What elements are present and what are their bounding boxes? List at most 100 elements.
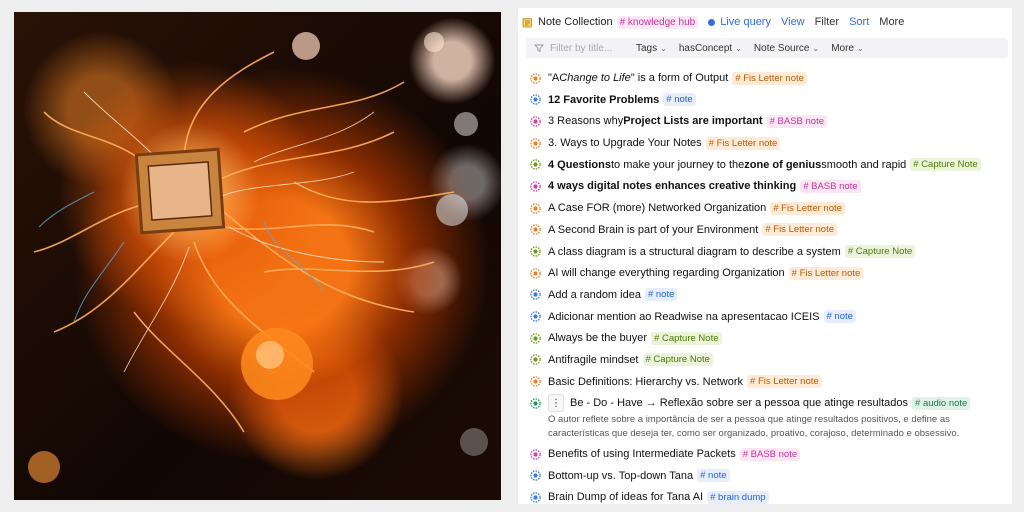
note-text: Be - Do - Have: [570, 397, 643, 410]
supertag-badge[interactable]: # Fis Letter note: [788, 266, 864, 280]
note-row[interactable]: A class diagram is a structural diagram …: [530, 242, 1010, 262]
note-text: to make your journey to the: [610, 158, 745, 171]
supertag-badge[interactable]: # Fis Letter note: [747, 375, 822, 389]
note-text: Adicionar mention ao Readwise na apresen…: [548, 310, 820, 323]
supertag-badge[interactable]: # Capture Note: [642, 353, 713, 367]
chevron-down-icon: ⌄: [812, 43, 820, 53]
note-text: A Second Brain is part of your Environme…: [548, 223, 759, 236]
filter-title-input[interactable]: Filter by title...: [550, 43, 636, 54]
node-bullet-icon[interactable]: [530, 492, 541, 503]
node-bullet-icon[interactable]: [530, 94, 541, 105]
note-row[interactable]: A Second Brain is part of your Environme…: [530, 220, 1010, 240]
node-bullet-icon[interactable]: [530, 376, 541, 387]
note-source-dropdown[interactable]: Note Source ⌄: [754, 43, 819, 54]
node-bullet-icon[interactable]: [530, 333, 541, 344]
note-text: Add a random idea: [548, 288, 641, 301]
live-query-button[interactable]: Live query: [720, 16, 771, 28]
node-bullet-icon[interactable]: [530, 72, 541, 84]
note-text: AI will change everything regarding Orga…: [548, 267, 785, 280]
note-row[interactable]: 4 ways digital notes enhances creative t…: [530, 176, 1010, 196]
supertag-badge[interactable]: # BASB note: [766, 114, 827, 128]
supertag-badge[interactable]: # note: [644, 288, 678, 302]
note-row[interactable]: Bottom-up vs. Top-down Tana # note: [530, 466, 1010, 486]
note-row[interactable]: Brain Dump of ideas for Tana AI # brain d…: [530, 487, 1010, 504]
chevron-down-icon: ⌄: [735, 43, 742, 53]
node-bullet-icon[interactable]: [530, 311, 541, 322]
note-text: "A: [548, 72, 560, 84]
note-text-bold: 4 Questions: [548, 158, 611, 171]
note-text: A class diagram is a structural diagram …: [548, 245, 841, 258]
note-text: A Case FOR (more) Networked Organization: [548, 202, 767, 215]
note-row[interactable]: AI will change everything regarding Orga…: [530, 263, 1010, 283]
supertag-badge[interactable]: # Fis Letter note: [705, 136, 781, 150]
node-bullet-icon[interactable]: [530, 398, 541, 409]
note-row[interactable]: Adicionar mention ao Readwise na apresen…: [530, 307, 1010, 327]
node-bullet-icon[interactable]: [530, 470, 541, 481]
note-text-bold: zone of genius: [744, 158, 822, 171]
view-button[interactable]: View: [781, 16, 805, 28]
supertag-badge[interactable]: # Fis Letter note: [732, 71, 807, 85]
node-bullet-icon[interactable]: [530, 181, 541, 192]
knowledge-hub-tag[interactable]: # knowledge hub: [616, 15, 699, 29]
note-row[interactable]: 3. Ways to Upgrade Your Notes # Fis Lette…: [530, 133, 1010, 153]
note-text: Antifragile mindset: [548, 353, 639, 366]
node-bullet-icon[interactable]: [530, 224, 541, 236]
filter-button[interactable]: Filter: [815, 16, 839, 28]
supertag-badge[interactable]: # Fis Letter note: [770, 201, 845, 215]
more-button[interactable]: More: [879, 16, 904, 28]
note-text-italic: Change to Life: [559, 72, 631, 84]
tana-note-collection-panel: Note Collection # knowledge hub Live que…: [518, 8, 1012, 504]
supertag-badge[interactable]: # brain dump: [707, 490, 769, 504]
node-bullet-icon[interactable]: [530, 267, 541, 279]
node-menu-icon[interactable]: ⋮: [548, 394, 564, 413]
filter-funnel-icon: [534, 43, 544, 53]
note-text-bold: 12 Favorite Problems: [548, 93, 660, 106]
arrow-right-icon: →: [645, 397, 657, 410]
note-row[interactable]: 3 Reasons why Project Lists are importan…: [530, 111, 1010, 131]
note-row[interactable]: Always be the buyer # Capture Note: [530, 328, 1010, 348]
note-row[interactable]: Antifragile mindset # Capture Note: [530, 350, 1010, 370]
sort-button[interactable]: Sort: [849, 16, 869, 28]
note-text: 3. Ways to Upgrade Your Notes: [548, 137, 702, 150]
cyber-brain-image: [14, 12, 501, 500]
supertag-badge[interactable]: # Fis Letter note: [762, 223, 837, 237]
supertag-badge[interactable]: # Capture Note: [651, 331, 722, 345]
toolbar-more-dropdown[interactable]: More ⌄: [831, 43, 864, 54]
tags-dropdown[interactable]: Tags ⌄: [636, 43, 667, 54]
supertag-badge[interactable]: # Capture Note: [910, 158, 981, 172]
note-row-audio[interactable]: ⋮ Be - Do - Have → Reflexão sobre ser a pes…: [530, 393, 1010, 413]
hasconcept-dropdown[interactable]: hasConcept ⌄: [679, 43, 742, 54]
live-query-dot-icon: [708, 18, 716, 26]
note-row[interactable]: 4 Questions to make your journey to the …: [530, 155, 1010, 175]
note-text-bold: Project Lists are important: [623, 115, 763, 128]
node-bullet-icon[interactable]: [530, 116, 541, 127]
node-bullet-icon[interactable]: [530, 137, 541, 149]
note-row[interactable]: Benefits of using Intermediate Packets # …: [530, 444, 1010, 464]
supertag-badge[interactable]: # BASB note: [739, 447, 801, 461]
supertag-badge[interactable]: # audio note: [912, 396, 971, 410]
note-text: Brain Dump of ideas for Tana AI: [548, 491, 704, 504]
header-bar: Note Collection # knowledge hub Live que…: [522, 14, 904, 30]
supertag-badge[interactable]: # BASB note: [800, 179, 861, 193]
node-bullet-icon[interactable]: [530, 448, 541, 460]
chevron-down-icon: ⌄: [857, 43, 864, 53]
note-text: Basic Definitions: Hierarchy vs. Network: [548, 375, 744, 388]
note-text: Reflexão sobre ser a pessoa que atinge r…: [659, 397, 909, 410]
note-row[interactable]: Basic Definitions: Hierarchy vs. Network…: [530, 372, 1010, 392]
supertag-badge[interactable]: # note: [663, 93, 696, 107]
supertag-badge[interactable]: # note: [823, 310, 856, 324]
note-row[interactable]: 12 Favorite Problems # note: [530, 90, 1010, 110]
note-row[interactable]: "A Change to Life " is a form of Output # …: [530, 68, 1010, 88]
node-bullet-icon[interactable]: [530, 246, 541, 257]
note-row[interactable]: A Case FOR (more) Networked Organization…: [530, 198, 1010, 218]
supertag-badge[interactable]: # Capture Note: [844, 245, 916, 258]
note-list: "A Change to Life " is a form of Output # …: [530, 68, 1010, 504]
supertag-badge[interactable]: # note: [697, 469, 730, 483]
node-bullet-icon[interactable]: [530, 354, 541, 366]
note-text: Bottom-up vs. Top-down Tana: [548, 469, 694, 482]
node-bullet-icon[interactable]: [530, 159, 541, 170]
node-bullet-icon[interactable]: [530, 202, 541, 214]
note-text: Always be the buyer: [548, 332, 648, 345]
note-row[interactable]: Add a random idea # note: [530, 285, 1010, 305]
node-bullet-icon[interactable]: [530, 289, 541, 301]
